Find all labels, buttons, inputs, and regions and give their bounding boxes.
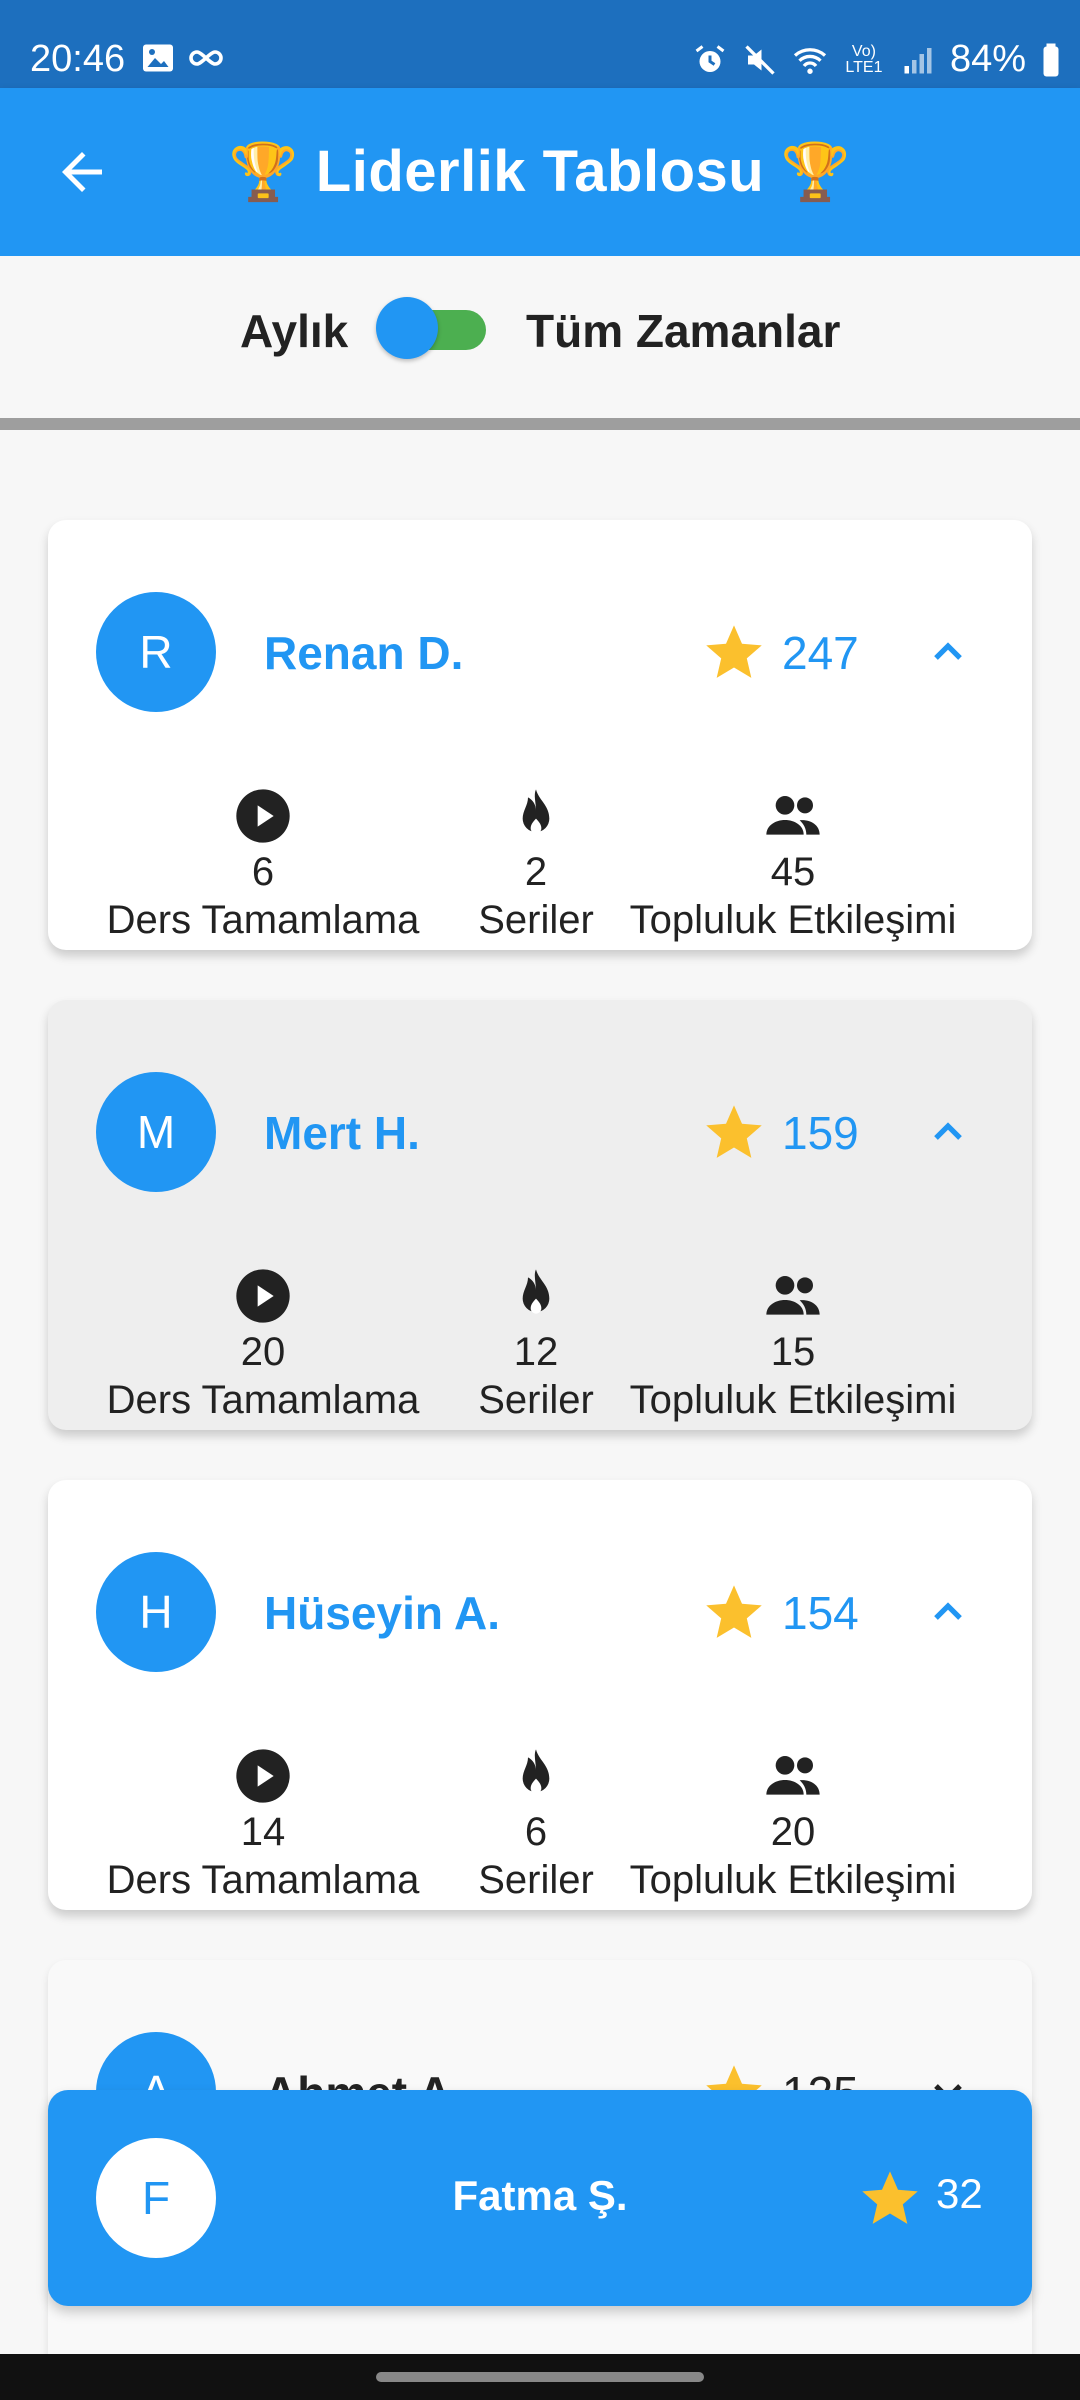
leaderboard-card[interactable]: R Renan D. 247 6 Ders Tamamlama 2 Serile… <box>48 520 1032 950</box>
home-gesture-handle[interactable] <box>376 2372 704 2382</box>
period-switch-knob[interactable] <box>376 297 438 359</box>
system-nav-bar <box>0 2354 1080 2400</box>
star-icon <box>706 1585 762 1638</box>
chevron-up-icon[interactable] <box>924 628 972 676</box>
section-divider <box>0 418 1080 430</box>
stat-lessons: 6 Ders Tamamlama <box>98 784 428 944</box>
user-name: Mert H. <box>264 1107 420 1159</box>
wifi-icon <box>793 47 827 74</box>
stat-streaks: 12 Seriler <box>446 1264 626 1424</box>
stat-community: 45 Topluluk Etkileşimi <box>618 784 968 944</box>
chevron-up-icon[interactable] <box>924 1108 972 1156</box>
star-icon <box>706 1105 762 1158</box>
stat-label: Seriler <box>478 1378 594 1422</box>
alarm-icon <box>695 44 725 72</box>
avatar: R <box>96 592 216 712</box>
network-label: Vo) LTE1 <box>845 42 883 76</box>
play-circle-icon <box>236 1269 290 1323</box>
period-toggle-row: Aylık Tüm Zamanlar <box>0 256 1080 420</box>
user-name: Renan D. <box>264 627 464 679</box>
stat-value: 12 <box>513 1330 559 1374</box>
stat-value: 6 <box>524 1810 548 1854</box>
avatar: M <box>96 1072 216 1192</box>
people-icon <box>766 1276 820 1315</box>
leaderboard-card[interactable]: M Mert H. 159 20 Ders Tamamlama 12 Seril… <box>48 1000 1032 1430</box>
stat-lessons: 20 Ders Tamamlama <box>98 1264 428 1424</box>
play-circle-icon <box>236 789 290 843</box>
stat-label: Ders Tamamlama <box>106 898 420 942</box>
stat-label: Seriler <box>478 1858 594 1902</box>
stat-community: 20 Topluluk Etkileşimi <box>618 1744 968 1904</box>
stat-value: 2 <box>524 850 548 894</box>
battery-percent: 84% <box>949 38 1026 80</box>
play-circle-icon <box>236 1749 290 1803</box>
status-time: 20:46 <box>30 38 126 80</box>
fire-icon <box>522 1269 550 1314</box>
current-user-score: 32 <box>936 2170 983 2217</box>
page-title-text: Liderlik Tablosu <box>315 139 765 204</box>
trophy-icon: 🏆 <box>780 140 852 203</box>
avatar: H <box>96 1552 216 1672</box>
page-title: 🏆 Liderlik Tablosu 🏆 <box>0 138 1080 205</box>
status-icons-left <box>140 40 224 76</box>
stat-label: Topluluk Etkileşimi <box>629 1378 957 1422</box>
stat-label: Ders Tamamlama <box>106 1378 420 1422</box>
stat-label: Seriler <box>478 898 594 942</box>
stat-value: 20 <box>240 1330 286 1374</box>
signal-icon <box>904 47 932 73</box>
stat-label: Topluluk Etkileşimi <box>629 1858 957 1902</box>
stat-label: Ders Tamamlama <box>106 1858 420 1902</box>
stat-value: 20 <box>770 1810 816 1854</box>
all-time-label: Tüm Zamanlar <box>526 305 841 357</box>
stat-community: 15 Topluluk Etkileşimi <box>618 1264 968 1424</box>
stat-value: 14 <box>240 1810 286 1854</box>
star-icon <box>862 2171 918 2224</box>
status-icons-right: Vo) LTE1 84% <box>692 38 1062 81</box>
score: 159 <box>782 1107 859 1159</box>
score: 154 <box>782 1587 859 1639</box>
gallery-icon <box>143 44 173 72</box>
fire-icon <box>522 789 550 834</box>
user-name: Hüseyin A. <box>264 1587 501 1639</box>
mute-icon <box>745 44 775 75</box>
stat-label: Topluluk Etkileşimi <box>629 898 957 942</box>
status-bar: 20:46 Vo) LTE1 84% <box>0 0 1080 88</box>
app-bar: 🏆 Liderlik Tablosu 🏆 <box>0 88 1080 256</box>
stat-value: 6 <box>251 850 275 894</box>
monthly-label: Aylık <box>240 305 349 357</box>
people-icon <box>766 796 820 835</box>
stat-value: 15 <box>770 1330 816 1374</box>
star-icon <box>706 625 762 678</box>
chevron-up-icon[interactable] <box>924 1588 972 1636</box>
leaderboard-card[interactable]: H Hüseyin A. 154 14 Ders Tamamlama 6 Ser… <box>48 1480 1032 1910</box>
stat-streaks: 6 Seriler <box>446 1744 626 1904</box>
people-icon <box>766 1756 820 1795</box>
infinity-icon <box>189 50 223 66</box>
score: 247 <box>782 627 859 679</box>
current-user-bar[interactable]: F Fatma Ş. 32 <box>48 2090 1032 2306</box>
stat-streaks: 2 Seriler <box>446 784 626 944</box>
battery-icon <box>1043 43 1059 76</box>
trophy-icon: 🏆 <box>228 140 300 203</box>
stat-value: 45 <box>770 850 816 894</box>
stat-lessons: 14 Ders Tamamlama <box>98 1744 428 1904</box>
fire-icon <box>522 1749 550 1794</box>
